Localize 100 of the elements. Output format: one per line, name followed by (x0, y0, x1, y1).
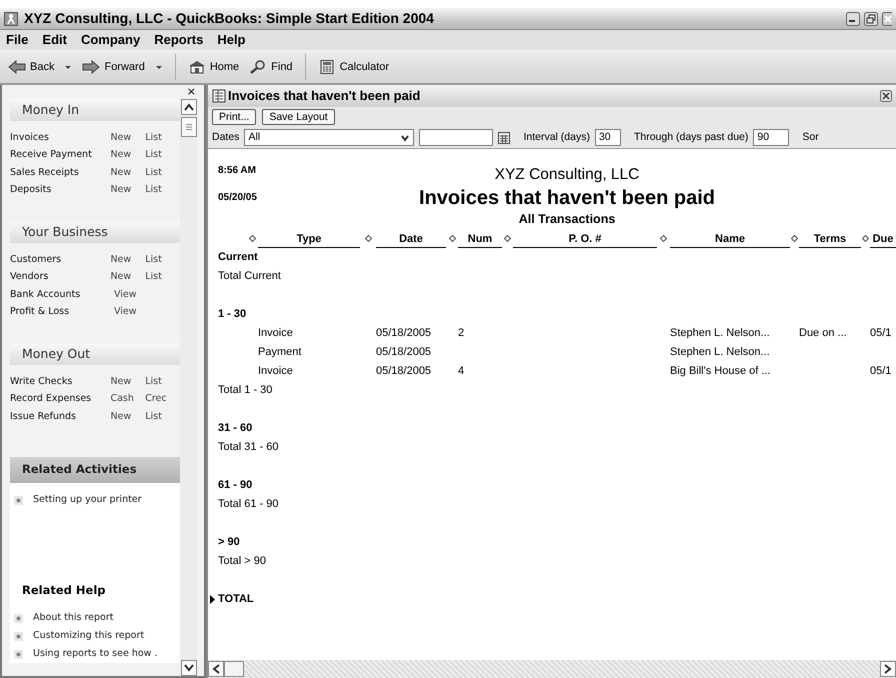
scroll-left-button[interactable] (208, 661, 224, 677)
toolbar-button[interactable]: Forward (80, 58, 147, 76)
section-header: Your Business (10, 221, 180, 243)
toolbar-button[interactable]: Home (186, 58, 242, 76)
field-label: Sor (802, 130, 819, 145)
sidebar-link[interactable]: Write Checks (10, 374, 110, 389)
sidebar-action-link[interactable]: List (145, 252, 180, 267)
sidebar-action-link[interactable]: New (110, 252, 146, 267)
close-button[interactable]: × (186, 85, 196, 99)
sidebar-action-link[interactable]: View (114, 305, 150, 320)
diamond-icon[interactable] (248, 235, 256, 242)
scroll-thumb[interactable] (224, 661, 244, 677)
sidebar-link[interactable]: Invoices (10, 130, 110, 145)
toolbar-button[interactable]: Find (247, 58, 295, 76)
diamond-icon[interactable] (448, 235, 456, 242)
sidebar-link[interactable]: Sales Receipts (10, 166, 110, 180)
field-label: Interval (days) (523, 130, 590, 145)
scroll-down-button[interactable] (180, 660, 196, 676)
sidebar-link[interactable]: Issue Refunds (10, 410, 110, 424)
bullet-icon (14, 496, 23, 504)
calendar-icon[interactable] (498, 132, 510, 144)
field-label: Dates (212, 130, 240, 145)
sidebar-action-link[interactable]: List (145, 148, 180, 162)
group-total: Total 1 - 30 (218, 383, 274, 398)
sidebar-link[interactable]: Customers (10, 252, 110, 267)
minimize-icon[interactable] (846, 12, 860, 26)
sidebar-action-link[interactable]: New (110, 410, 146, 424)
diamond-icon[interactable] (791, 235, 798, 242)
days-past-due-field[interactable]: 90 (753, 129, 790, 146)
column-header[interactable]: Name (670, 232, 790, 248)
toolbar-button[interactable]: Save Layout (262, 109, 335, 125)
sidebar-action-link[interactable]: List (145, 410, 180, 424)
caret-up-icon (184, 103, 194, 111)
scroll-thumb[interactable] (180, 117, 196, 137)
toolbar-button[interactable]: Print... (212, 109, 256, 125)
sidebar-action-link[interactable]: Cash (110, 392, 146, 406)
diamond-icon[interactable] (504, 235, 511, 242)
close-icon[interactable] (880, 90, 892, 102)
menu-item[interactable]: Company (80, 30, 140, 50)
group-total: Total Current (218, 269, 282, 284)
menu-item[interactable]: Help (217, 30, 246, 50)
sidebar-action-link[interactable]: List (145, 130, 180, 145)
help-link[interactable]: About this report (10, 609, 180, 628)
column-header[interactable]: Due (870, 232, 896, 248)
group-heading: 31 - 60 (218, 421, 254, 436)
help-link[interactable]: Setting up your printer (10, 491, 180, 509)
sidebar-link[interactable]: Record Expenses (10, 392, 110, 406)
report-title: Invoices that haven't been paid (418, 186, 716, 210)
sidebar-action-link[interactable]: New (110, 148, 146, 162)
document-icon (212, 89, 226, 103)
scroll-right-button[interactable] (880, 661, 896, 677)
interval-field[interactable]: 30 (594, 129, 621, 146)
sidebar-action-link[interactable]: List (145, 166, 180, 180)
toolbar-button[interactable]: Calculator (316, 58, 392, 76)
column-header[interactable]: Terms (799, 232, 861, 248)
table-cell-text: 05/1 (870, 326, 892, 342)
date-field[interactable] (419, 129, 494, 146)
section-header: Money Out (10, 343, 180, 365)
sidebar-action-link[interactable]: Crec (145, 392, 180, 406)
sidebar-action-link[interactable]: New (110, 374, 146, 389)
sidebar-link[interactable]: Vendors (10, 270, 110, 284)
table-cell-text: Invoice (258, 364, 294, 380)
sidebar-link[interactable]: Profit & Loss (10, 305, 114, 320)
report-date: 05/20/05 (218, 191, 258, 205)
menu-item[interactable]: Reports (154, 30, 204, 50)
column-header[interactable]: Date (376, 232, 446, 248)
sidebar-action-link[interactable]: List (145, 183, 180, 198)
triangle-right-icon (210, 595, 215, 604)
close-icon[interactable] (882, 12, 892, 26)
toolbar-button[interactable]: Back (6, 58, 56, 76)
sidebar-action-link[interactable]: List (145, 270, 180, 284)
help-link[interactable]: Using reports to see how . (10, 645, 180, 664)
sidebar-action-link[interactable]: List (145, 374, 180, 389)
sidebar-action-link[interactable]: New (110, 166, 146, 180)
menu-item[interactable]: File (6, 30, 28, 50)
dates-dropdown[interactable]: All (244, 129, 414, 146)
sidebar-action-link[interactable]: New (110, 270, 146, 284)
group-heading: > 90 (218, 535, 241, 550)
column-header[interactable]: Type (258, 232, 360, 248)
sidebar-action-link[interactable]: New (110, 130, 146, 145)
table-cell-text: 05/18/2005 (376, 345, 432, 360)
sidebar-action-link[interactable]: New (110, 183, 146, 198)
restore-icon[interactable] (864, 12, 878, 26)
sidebar-link[interactable]: Bank Accounts (10, 288, 114, 302)
table-cell-text: Stephen L. Nelson... (670, 326, 771, 342)
section-header: Related Activities (10, 457, 180, 483)
diamond-icon[interactable] (862, 235, 869, 242)
help-link[interactable]: Customizing this report (10, 627, 180, 646)
sidebar-link[interactable]: Receive Payment (10, 148, 110, 162)
diamond-icon[interactable] (660, 235, 667, 242)
menu-item[interactable]: Edit (42, 30, 67, 50)
table-cell-text: 05/1 (870, 364, 892, 380)
company-name: XYZ Consulting, LLC (494, 165, 640, 185)
sidebar-link[interactable]: Deposits (10, 183, 110, 198)
scroll-up-button[interactable] (180, 99, 196, 115)
diamond-icon[interactable] (364, 235, 372, 242)
column-header[interactable]: Num (458, 232, 502, 248)
column-header[interactable]: P. O. # (513, 232, 657, 248)
sidebar-action-link[interactable]: View (114, 288, 150, 302)
search-icon (249, 60, 268, 74)
